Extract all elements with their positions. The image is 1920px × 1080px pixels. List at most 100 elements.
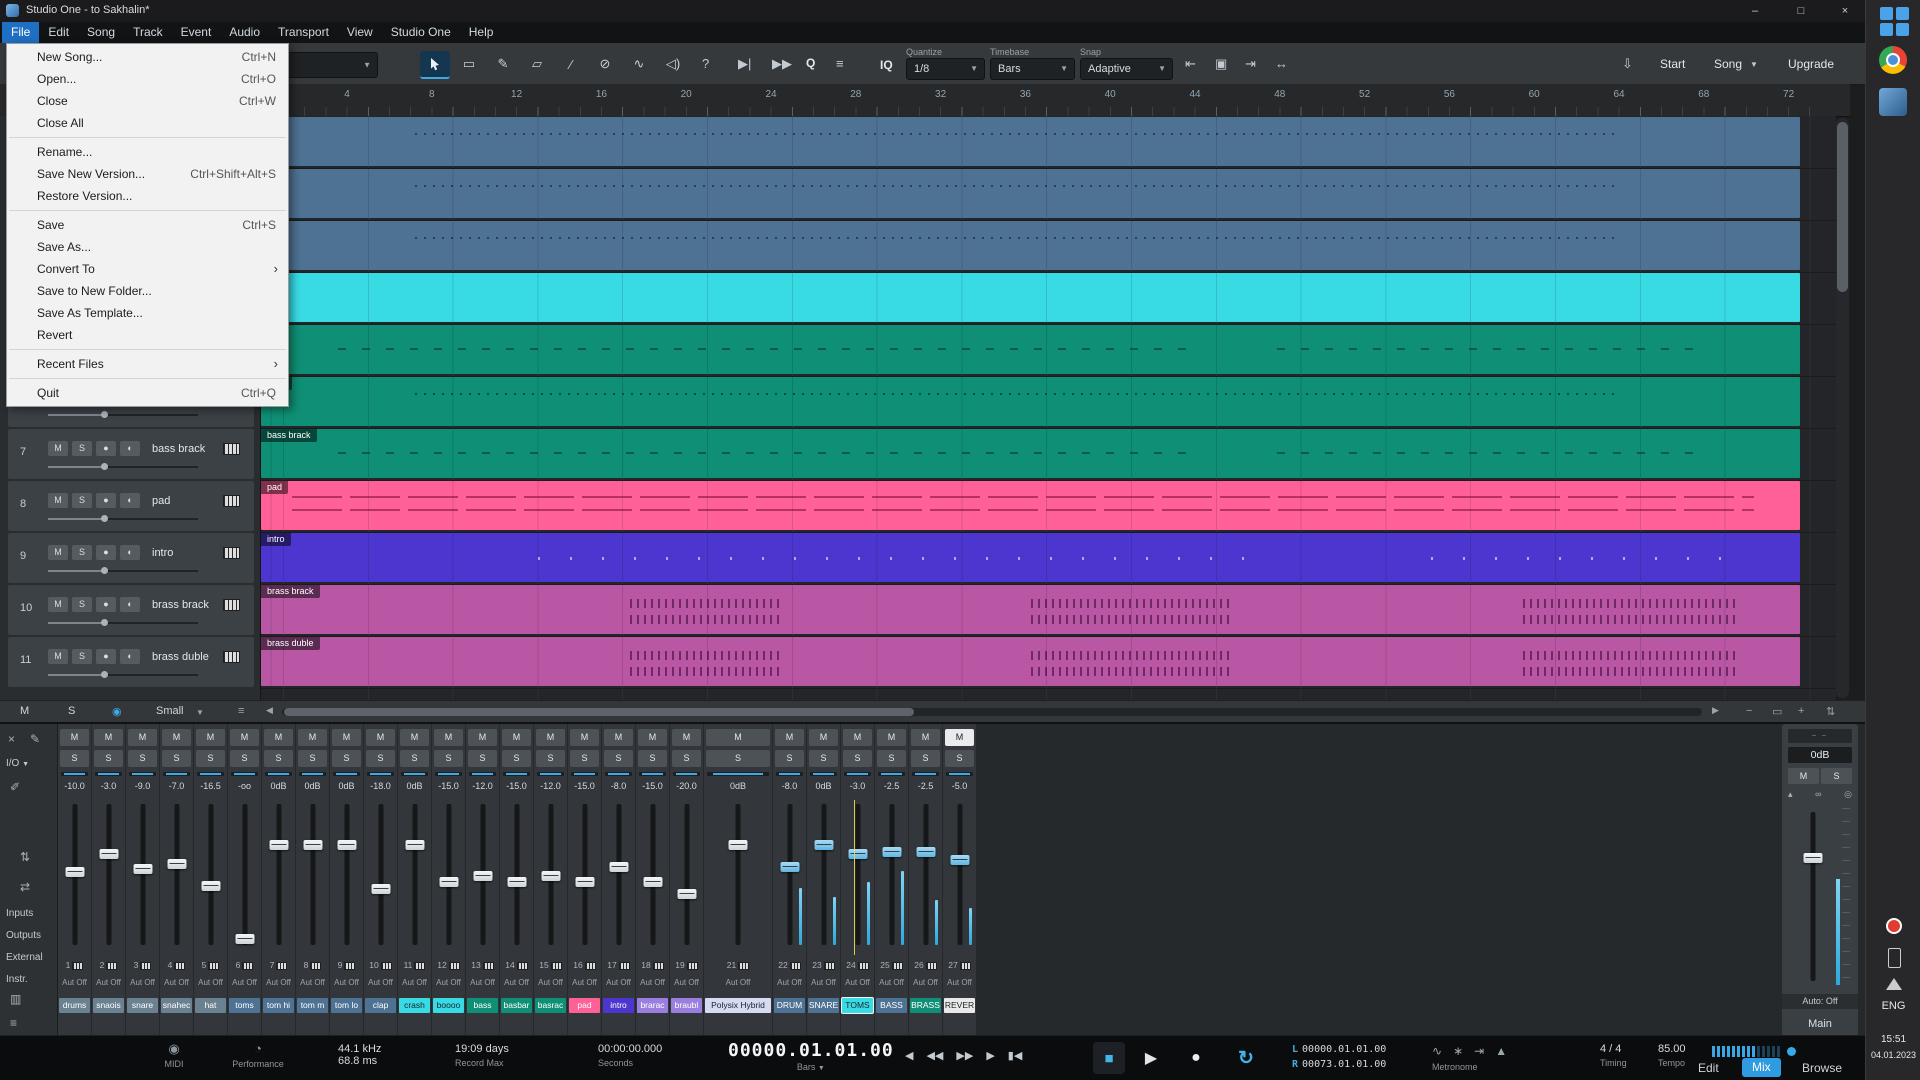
- file-menu-item-revert[interactable]: Revert: [7, 324, 288, 346]
- channel-mute-button[interactable]: M: [434, 729, 463, 746]
- track-monitor-button[interactable]: ◐: [120, 545, 140, 560]
- channel-mute-button[interactable]: M: [196, 729, 225, 746]
- mixer-channel-snaois[interactable]: MS-3.02Aut Offsnaois: [92, 724, 125, 1037]
- channel-name[interactable]: SNARE: [808, 998, 839, 1013]
- mixer-channel-bass[interactable]: MS-2.525Aut OffBASS: [875, 724, 908, 1037]
- channel-pan-control[interactable]: [707, 772, 769, 776]
- channel-solo-button[interactable]: S: [604, 750, 633, 767]
- channel-solo-button[interactable]: S: [128, 750, 157, 767]
- file-menu-item-close[interactable]: CloseCtrl+W: [7, 90, 288, 112]
- mixer-channel-snare[interactable]: MS-9.03Aut Offsnare: [126, 724, 159, 1037]
- channel-automation-mode[interactable]: Aut Off: [398, 978, 431, 987]
- channel-fader[interactable]: [364, 800, 397, 949]
- track-record-button[interactable]: ●: [96, 441, 116, 456]
- mix-view-button[interactable]: Mix: [1742, 1058, 1781, 1077]
- channel-fader[interactable]: [807, 800, 840, 949]
- track-header[interactable]: 11MS●◐brass duble: [8, 637, 254, 687]
- channel-pan-control[interactable]: [912, 772, 939, 776]
- fader-handle[interactable]: [541, 871, 560, 881]
- clip[interactable]: brass brack: [261, 585, 1800, 634]
- rewind-bar-icon[interactable]: ◀: [905, 1049, 913, 1062]
- arrange-horizontal-scrollbar[interactable]: [282, 708, 1702, 716]
- menubar-item-transport[interactable]: Transport: [269, 22, 338, 43]
- channel-name[interactable]: basbar: [501, 998, 532, 1013]
- channel-name[interactable]: drums: [59, 998, 90, 1013]
- link-icon[interactable]: ∞: [1815, 789, 1821, 800]
- channel-name[interactable]: brarac: [637, 998, 668, 1013]
- mixer-channel-basrac[interactable]: MS-12.015Aut Offbasrac: [534, 724, 567, 1037]
- channel-name[interactable]: toms: [229, 998, 260, 1013]
- channel-fader[interactable]: [432, 800, 465, 949]
- snap-dropdown[interactable]: Adaptive▼: [1080, 58, 1173, 80]
- bars-time-display[interactable]: 00000.01.01.00 Bars ▼: [728, 1040, 894, 1072]
- channel-fader[interactable]: [500, 800, 533, 949]
- channel-fader[interactable]: [58, 800, 91, 949]
- channel-fader[interactable]: [466, 800, 499, 949]
- track-header[interactable]: 8MS●◐pad: [8, 481, 254, 531]
- fader-handle[interactable]: [133, 864, 152, 874]
- channel-solo-button[interactable]: S: [264, 750, 293, 767]
- track-monitor-button[interactable]: ◐: [120, 493, 140, 508]
- channel-automation-mode[interactable]: Aut Off: [432, 978, 465, 987]
- channel-pan-control[interactable]: [401, 772, 428, 776]
- main-fader[interactable]: [1792, 808, 1834, 985]
- channel-solo-button[interactable]: S: [775, 750, 804, 767]
- forward-bar-icon[interactable]: ▶: [986, 1049, 994, 1062]
- channel-fader[interactable]: [875, 800, 908, 949]
- clip[interactable]: bass brack: [261, 429, 1800, 478]
- chrome-button[interactable]: [1879, 46, 1909, 76]
- mixer-channel-tom-hi[interactable]: MS0dB7Aut Offtom hi: [262, 724, 295, 1037]
- menubar-item-edit[interactable]: Edit: [39, 22, 78, 43]
- track-record-button[interactable]: ●: [96, 597, 116, 612]
- channel-pan-control[interactable]: [61, 772, 88, 776]
- channel-name[interactable]: boooo: [433, 998, 464, 1013]
- channel-pan-control[interactable]: [333, 772, 360, 776]
- mixer-channel-brarac[interactable]: MS-15.018Aut Offbrarac: [636, 724, 669, 1037]
- fader-handle[interactable]: [729, 840, 748, 850]
- channel-automation-mode[interactable]: Aut Off: [160, 978, 193, 987]
- fader-handle[interactable]: [99, 849, 118, 859]
- fader-handle[interactable]: [609, 862, 628, 872]
- fader-handle[interactable]: [371, 884, 390, 894]
- wave-icon[interactable]: ∿: [1432, 1044, 1442, 1058]
- mixer-channel-drum[interactable]: MS-8.022Aut OffDRUM: [773, 724, 806, 1037]
- chevron-down-icon[interactable]: ▼: [196, 708, 204, 717]
- channel-pan-control[interactable]: [503, 772, 530, 776]
- fader-handle[interactable]: [1804, 853, 1823, 863]
- bend-tool-button[interactable]: ∿: [624, 51, 654, 77]
- track-volume-slider[interactable]: [48, 622, 198, 624]
- track-mute-button[interactable]: M: [48, 545, 68, 560]
- channel-fader[interactable]: [262, 800, 295, 949]
- mixer-sidebar-item-inputs[interactable]: Inputs: [6, 908, 33, 919]
- channel-automation-mode[interactable]: Aut Off: [807, 978, 840, 987]
- zoom-fit-icon[interactable]: ▭: [1772, 705, 1782, 718]
- play-from-start-icon[interactable]: ▶|: [738, 56, 751, 72]
- channel-pan-control[interactable]: [95, 772, 122, 776]
- channel-fader[interactable]: [602, 800, 635, 949]
- play-button[interactable]: ▶: [1135, 1042, 1167, 1074]
- channel-name[interactable]: BASS: [876, 998, 907, 1013]
- channel-fader[interactable]: [568, 800, 601, 949]
- timebase-dropdown[interactable]: Bars▼: [990, 58, 1075, 80]
- minimize-button[interactable]: –: [1735, 0, 1775, 22]
- channel-name[interactable]: pad: [569, 998, 600, 1013]
- rewind-icon[interactable]: ◀◀: [926, 1049, 943, 1062]
- edit-view-button[interactable]: Edit: [1698, 1061, 1719, 1075]
- autoscroll-icon[interactable]: ▶▶: [772, 56, 792, 72]
- slider-knob[interactable]: [101, 515, 108, 522]
- fader-handle[interactable]: [235, 934, 254, 944]
- channel-pan-control[interactable]: [810, 772, 837, 776]
- channel-pan-control[interactable]: [299, 772, 326, 776]
- track-list-icon[interactable]: ≡: [238, 705, 244, 717]
- time-signature-display[interactable]: 4 / 4 Timing: [1600, 1043, 1627, 1068]
- channel-automation-mode[interactable]: Aut Off: [773, 978, 806, 987]
- channel-pan-control[interactable]: [367, 772, 394, 776]
- expand-horizontal-icon[interactable]: ⇄: [20, 880, 30, 894]
- expand-vertical-icon[interactable]: ⇅: [20, 850, 30, 864]
- split-tool-button[interactable]: ∕: [556, 51, 586, 77]
- channel-solo-button[interactable]: S: [945, 750, 974, 767]
- menubar-item-event[interactable]: Event: [172, 22, 221, 43]
- channel-mute-button[interactable]: M: [843, 729, 872, 746]
- mix-console-icon[interactable]: ⇩: [1622, 56, 1633, 72]
- channel-mute-button[interactable]: M: [775, 729, 804, 746]
